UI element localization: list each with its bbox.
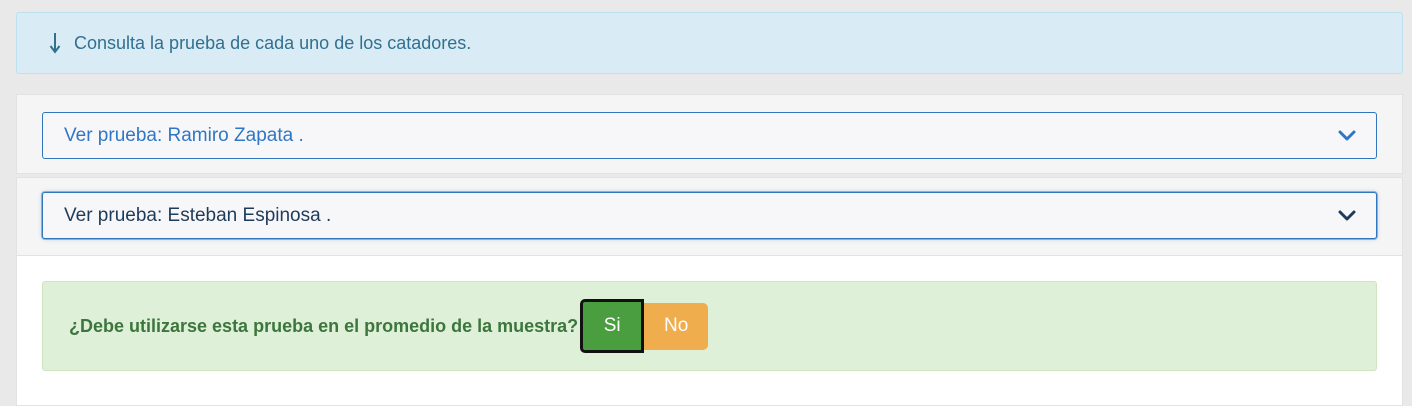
arrow-down-icon xyxy=(49,32,61,54)
chevron-down-icon xyxy=(1338,130,1356,142)
panel-ramiro-zapata: Ver prueba: Ramiro Zapata . xyxy=(16,94,1403,174)
no-button[interactable]: No xyxy=(644,302,709,350)
usage-question-box: ¿Debe utilizarse esta prueba en el prome… xyxy=(42,281,1377,371)
accordion-label: Ver prueba: Ramiro Zapata . xyxy=(64,124,304,146)
info-alert-text: Consulta la prueba de cada uno de los ca… xyxy=(74,32,472,53)
info-alert: Consulta la prueba de cada uno de los ca… xyxy=(16,12,1403,74)
yes-no-toggle: Si No xyxy=(580,299,709,353)
panel-esteban-espinosa: Ver prueba: Esteban Espinosa . ¿Debe uti… xyxy=(16,177,1403,406)
yes-button[interactable]: Si xyxy=(580,299,645,353)
accordion-toggle-ramiro-zapata[interactable]: Ver prueba: Ramiro Zapata . xyxy=(42,112,1377,159)
accordion-toggle-esteban-espinosa[interactable]: Ver prueba: Esteban Espinosa . xyxy=(42,192,1377,239)
panel-header: Ver prueba: Esteban Espinosa . xyxy=(17,178,1402,256)
chevron-down-icon xyxy=(1338,210,1356,222)
accordion-label: Ver prueba: Esteban Espinosa . xyxy=(64,204,332,226)
usage-question-text: ¿Debe utilizarse esta prueba en el prome… xyxy=(69,315,579,336)
